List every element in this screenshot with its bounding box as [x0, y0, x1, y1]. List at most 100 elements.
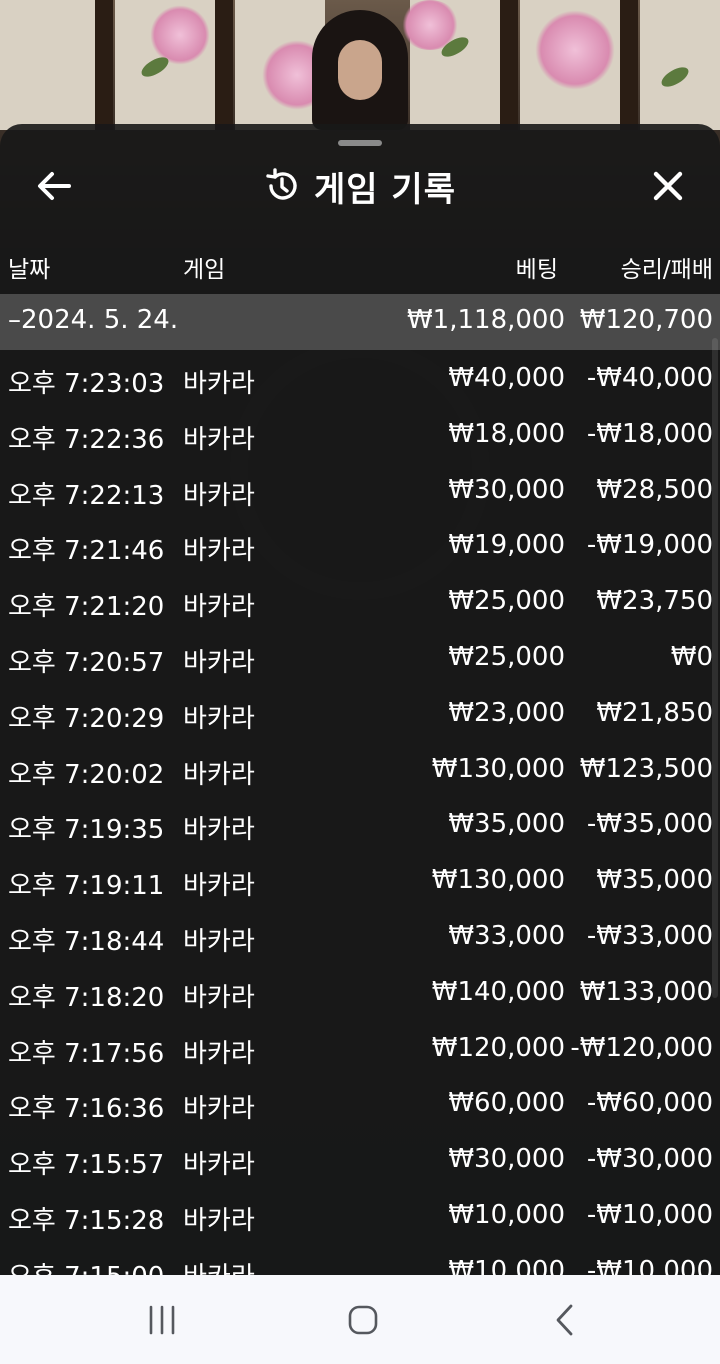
row-win-loss: -₩60,000	[586, 1088, 713, 1119]
table-row[interactable]: 오후 7:22:36 바카라 ₩18,000 -₩18,000	[0, 406, 720, 462]
table-header: 날짜 게임 베팅 승리/패배	[0, 242, 720, 290]
table-row[interactable]: 오후 7:15:57 바카라 ₩30,000 -₩30,000	[0, 1131, 720, 1187]
row-win-loss: ₩35,000	[596, 865, 713, 896]
row-time: 오후 7:15:00	[8, 1256, 164, 1275]
row-bet: ₩130,000	[431, 753, 565, 784]
row-time: 오후 7:18:20	[8, 982, 165, 1013]
table-row[interactable]: 오후 7:19:35 바카라 ₩35,000 -₩35,000	[0, 796, 720, 852]
row-time: 오후 7:15:28	[8, 1205, 165, 1236]
row-game: 바카라	[183, 1094, 255, 1125]
table-row[interactable]: 오후 7:21:46 바카라 ₩19,000 -₩19,000	[0, 517, 720, 573]
row-game: 바카라	[183, 926, 255, 957]
date-group-win-loss-total: ₩120,700	[579, 305, 713, 335]
row-game: 바카라	[183, 703, 255, 734]
flower-painting	[535, 10, 615, 90]
row-win-loss: ₩123,500	[579, 753, 713, 784]
row-win-loss: -₩35,000	[586, 809, 713, 840]
table-row[interactable]: 오후 7:21:20 바카라 ₩25,000 ₩23,750	[0, 573, 720, 629]
column-header-bet: 베팅	[515, 257, 558, 283]
row-win-loss: ₩133,000	[579, 976, 713, 1007]
chevron-left-icon	[556, 1304, 573, 1336]
system-nav-bar	[0, 1275, 720, 1364]
row-win-loss: -₩18,000	[586, 418, 713, 449]
table-row[interactable]: 오후 7:15:00 바카라 ₩10,000 -₩10,000	[0, 1243, 720, 1275]
row-bet: ₩23,000	[448, 697, 565, 728]
recents-icon	[149, 1305, 175, 1335]
row-win-loss: ₩28,500	[596, 474, 713, 505]
column-header-game: 게임	[183, 257, 226, 283]
row-time: 오후 7:22:36	[8, 424, 165, 455]
row-bet: ₩25,000	[448, 641, 565, 672]
row-time: 오후 7:17:56	[8, 1038, 165, 1069]
row-win-loss: -₩10,000	[586, 1199, 713, 1230]
row-bet: ₩25,000	[448, 586, 565, 617]
dealer-face	[338, 40, 382, 100]
row-game: 바카라	[183, 536, 255, 567]
row-time: 오후 7:18:44	[8, 926, 165, 957]
date-group-label: –2024. 5. 24.	[8, 305, 179, 335]
row-game: 바카라	[183, 815, 255, 846]
row-game: 바카라	[183, 1038, 255, 1069]
row-bet: ₩140,000	[431, 976, 565, 1007]
row-win-loss: -₩33,000	[586, 920, 713, 951]
date-group-bet-total: ₩1,118,000	[406, 305, 565, 335]
back-button[interactable]	[24, 162, 84, 210]
column-header-win-loss: 승리/패배	[620, 257, 713, 283]
row-bet: ₩35,000	[448, 809, 565, 840]
sheet-header: 게임 기록	[0, 154, 720, 218]
row-win-loss: -₩40,000	[586, 363, 713, 393]
row-win-loss: -₩120,000	[570, 1032, 713, 1063]
recents-button[interactable]	[132, 1297, 192, 1343]
row-win-loss: ₩21,850	[596, 697, 713, 728]
table-row[interactable]: 오후 7:19:11 바카라 ₩130,000 ₩35,000	[0, 852, 720, 908]
table-row[interactable]: 오후 7:18:44 바카라 ₩33,000 -₩33,000	[0, 908, 720, 964]
row-time: 오후 7:20:57	[8, 647, 165, 678]
table-row[interactable]: 오후 7:20:57 바카라 ₩25,000 ₩0	[0, 629, 720, 685]
table-row[interactable]: 오후 7:18:20 바카라 ₩140,000 ₩133,000	[0, 964, 720, 1020]
row-time: 오후 7:20:02	[8, 759, 165, 790]
history-list: 오후 7:23:03 바카라 ₩40,000 -₩40,000 오후 7:22:36 바…	[0, 350, 720, 1275]
table-row[interactable]: 오후 7:22:13 바카라 ₩30,000 ₩28,500	[0, 462, 720, 518]
table-row[interactable]: 오후 7:16:36 바카라 ₩60,000 -₩60,000	[0, 1075, 720, 1131]
table-row[interactable]: 오후 7:23:03 바카라 ₩40,000 -₩40,000	[0, 350, 720, 406]
row-time: 오후 7:21:46	[8, 536, 165, 567]
home-button[interactable]	[333, 1297, 393, 1343]
row-game: 바카라	[183, 759, 255, 790]
row-win-loss: ₩23,750	[596, 586, 713, 617]
home-icon	[348, 1305, 378, 1335]
row-bet: ₩120,000	[431, 1032, 565, 1063]
row-bet: ₩10,000	[448, 1255, 565, 1275]
sheet-drag-handle[interactable]	[338, 140, 382, 146]
close-button[interactable]	[642, 162, 694, 210]
row-game: 바카라	[183, 982, 255, 1013]
row-bet: ₩40,000	[448, 363, 565, 393]
arrow-left-icon	[38, 172, 71, 200]
row-bet: ₩19,000	[448, 530, 565, 561]
row-time: 오후 7:22:13	[8, 480, 165, 511]
row-win-loss: ₩0	[670, 641, 713, 672]
row-game: 바카라	[183, 647, 255, 678]
row-bet: ₩18,000	[448, 418, 565, 449]
row-bet: ₩30,000	[448, 1144, 565, 1175]
system-back-button[interactable]	[535, 1297, 595, 1343]
date-group-row[interactable]: –2024. 5. 24. ₩1,118,000 ₩120,700	[0, 294, 720, 350]
table-row[interactable]: 오후 7:17:56 바카라 ₩120,000 -₩120,000	[0, 1020, 720, 1076]
table-row[interactable]: 오후 7:20:29 바카라 ₩23,000 ₩21,850	[0, 685, 720, 741]
row-game: 바카라	[183, 424, 255, 455]
folding-screen-panel	[640, 0, 720, 130]
flower-painting	[150, 5, 210, 65]
history-icon	[266, 168, 297, 200]
game-history-sheet: 게임 기록 날짜 게임 베팅 승리/패배 –2024. 5. 24. ₩1,11…	[0, 124, 720, 1275]
table-row[interactable]: 오후 7:15:28 바카라 ₩10,000 -₩10,000	[0, 1187, 720, 1243]
row-game: 바카라	[183, 1205, 255, 1236]
row-time: 오후 7:15:57	[8, 1150, 165, 1181]
row-game: 바카라	[183, 480, 255, 511]
lattice-frame	[500, 0, 518, 130]
row-bet: ₩130,000	[431, 865, 565, 896]
row-game: 바카라	[183, 592, 255, 623]
scrollbar[interactable]	[712, 338, 718, 998]
row-time: 오후 7:20:29	[8, 703, 165, 734]
table-row[interactable]: 오후 7:20:02 바카라 ₩130,000 ₩123,500	[0, 741, 720, 797]
row-time: 오후 7:16:36	[8, 1094, 165, 1125]
page-title: 게임 기록	[314, 169, 456, 210]
